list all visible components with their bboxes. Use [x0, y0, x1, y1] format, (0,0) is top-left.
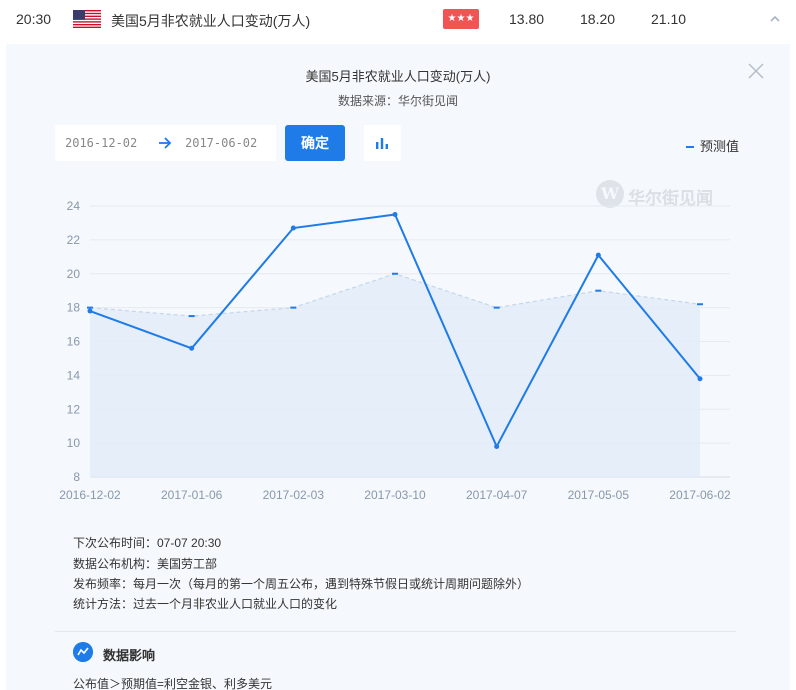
y-tick-label: 8	[73, 470, 80, 484]
y-tick-label: 18	[67, 301, 81, 315]
actual-point	[595, 252, 601, 258]
y-tick-label: 20	[67, 267, 81, 281]
divider	[55, 631, 736, 632]
actual-point	[697, 376, 703, 382]
x-tick-label: 2016-12-02	[59, 488, 121, 502]
actual-point	[494, 444, 500, 450]
forecast-area	[90, 273, 700, 477]
trend-icon	[73, 642, 93, 662]
x-tick-label: 2017-04-07	[466, 488, 528, 502]
x-tick-label: 2017-01-06	[161, 488, 223, 502]
actual-point	[392, 211, 398, 217]
actual-point	[87, 308, 93, 314]
y-tick-label: 16	[67, 335, 81, 349]
y-tick-label: 14	[67, 368, 81, 382]
method-text: 统计方法：过去一个月非农业人口就业人口的变化	[73, 597, 338, 611]
actual-point	[290, 225, 296, 231]
y-tick-label: 10	[67, 436, 81, 450]
y-tick-label: 22	[67, 233, 81, 247]
impact-title: 数据影响	[103, 648, 156, 663]
y-tick-label: 12	[67, 402, 81, 416]
next-release-text: 下次公布时间：07-07 20:30	[73, 536, 222, 550]
agency-text: 数据公布机构：美国劳工部	[73, 557, 218, 571]
x-tick-label: 2017-02-03	[263, 488, 325, 502]
x-tick-label: 2017-05-05	[568, 488, 630, 502]
frequency-text: 发布频率：每月一次（每月的第一个周五公布，遇到特殊节假日或统计周期问题除外）	[73, 577, 530, 591]
impact-text: 公布值＞预期值=利空金银、利多美元	[73, 677, 273, 690]
x-tick-label: 2017-03-10	[364, 488, 426, 502]
y-tick-label: 24	[67, 199, 81, 213]
x-tick-label: 2017-06-02	[669, 488, 731, 502]
actual-point	[189, 345, 195, 351]
